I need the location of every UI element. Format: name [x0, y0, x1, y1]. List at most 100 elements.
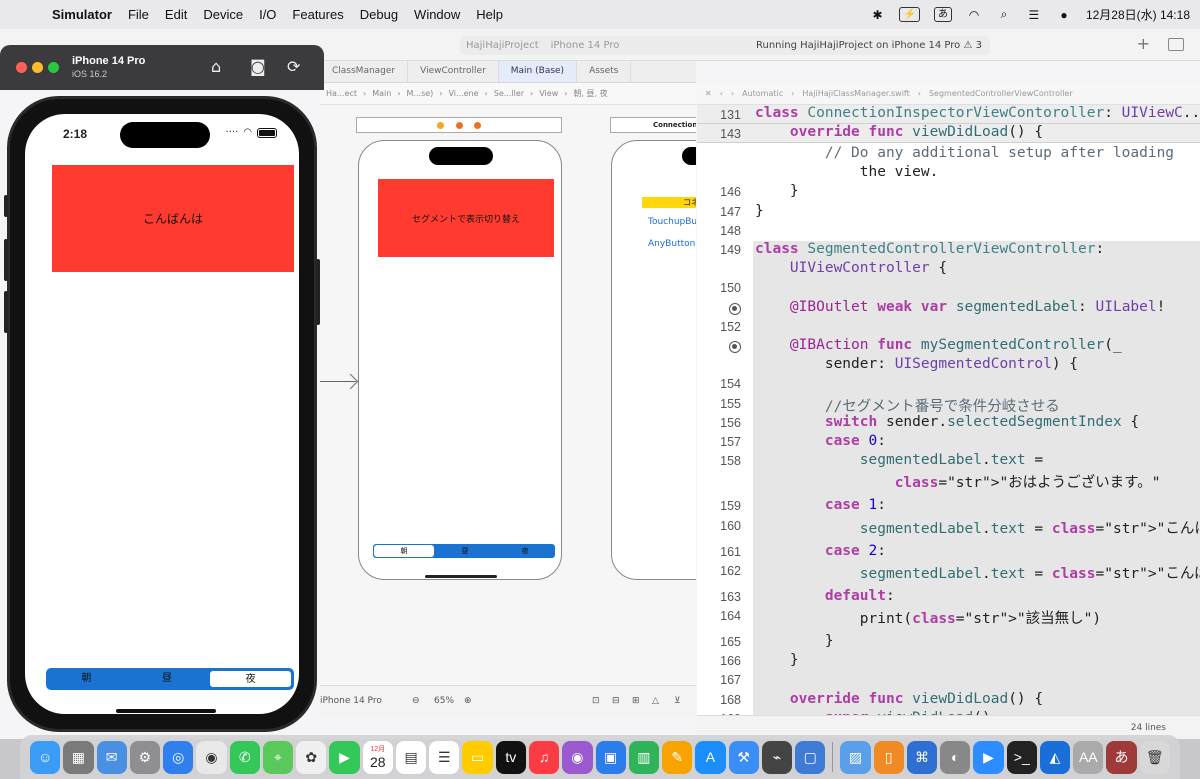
- tab-assets[interactable]: Assets: [577, 61, 632, 82]
- storyboard-segmented-control[interactable]: 朝 昼 夜: [373, 544, 555, 558]
- inspector-toggle-icon[interactable]: [1168, 38, 1184, 51]
- code-line[interactable]: class="str">"おはようございます。": [755, 471, 1161, 492]
- code-line[interactable]: the view.: [755, 164, 939, 180]
- tab-class-manager[interactable]: ClassManager: [320, 61, 409, 82]
- code-line[interactable]: sender: UISegmentedControl) {: [755, 356, 1078, 372]
- dock-facetime-icon[interactable]: ▶: [329, 740, 360, 774]
- menu-file[interactable]: File: [120, 7, 157, 22]
- code-line[interactable]: }: [755, 633, 834, 649]
- zoom-out-icon[interactable]: ⊖: [412, 696, 420, 706]
- segment-noon[interactable]: 昼: [127, 668, 208, 690]
- dock-keynote-icon[interactable]: ▣: [595, 740, 626, 774]
- wifi-icon[interactable]: ◠: [966, 7, 982, 23]
- dock-numbers-icon[interactable]: ▥: [628, 740, 660, 774]
- dock-photos-icon[interactable]: ✿: [296, 740, 327, 774]
- segment-morning[interactable]: 朝: [46, 668, 127, 690]
- align-icon[interactable]: ⊟: [612, 696, 620, 706]
- dock-terminal-icon[interactable]: >_: [1006, 740, 1037, 774]
- menubar-clock[interactable]: 12月28日(水) 14:18: [1086, 6, 1190, 23]
- dock-dictionary-icon[interactable]: あ: [1106, 740, 1137, 774]
- code-line[interactable]: @IBOutlet weak var segmentedLabel: UILab…: [755, 299, 1165, 315]
- connection-indicator-icon[interactable]: [697, 339, 741, 354]
- dock-instruments-icon[interactable]: ⌁: [761, 740, 793, 774]
- home-icon[interactable]: ⌂: [211, 57, 221, 76]
- segmented-control[interactable]: 朝 昼 夜: [46, 668, 294, 690]
- dock-safari-icon[interactable]: ◎: [163, 740, 194, 774]
- storyboard-scene-segmented[interactable]: セグメントで表示切り替え 朝 昼 夜: [358, 140, 562, 580]
- code-line[interactable]: }: [755, 652, 799, 668]
- code-line[interactable]: print(class="str">"該当無し"): [755, 607, 1101, 628]
- menu-features[interactable]: Features: [284, 7, 351, 22]
- segment-night[interactable]: 夜: [495, 544, 555, 558]
- menu-edit[interactable]: Edit: [157, 7, 195, 22]
- editor-path-automatic[interactable]: Automatic: [742, 89, 783, 98]
- zoom-window-button[interactable]: [48, 62, 59, 73]
- menu-help[interactable]: Help: [468, 7, 511, 22]
- dock-books-icon[interactable]: ▯: [873, 740, 904, 774]
- tab-main-storyboard[interactable]: Main (Base): [498, 61, 578, 82]
- view-controller-icon[interactable]: [436, 122, 444, 129]
- code-line[interactable]: segmentedLabel.text =: [755, 452, 1043, 468]
- rotate-icon[interactable]: ⟳: [287, 57, 300, 76]
- connection-indicator-icon[interactable]: [697, 301, 741, 316]
- jump-item[interactable]: M...se): [407, 89, 434, 98]
- spotlight-search-icon[interactable]: ⌕: [996, 7, 1012, 23]
- editor-path-file[interactable]: HajiHajiClassManager.swift: [802, 89, 909, 98]
- simulator-titlebar[interactable]: iPhone 14 Pro iOS 16.2 ⌂ ◙ ⟳: [0, 45, 324, 90]
- code-line[interactable]: }: [755, 203, 764, 219]
- dock-apple-tv-icon[interactable]: tv: [495, 740, 526, 774]
- scene-title-connection[interactable]: Connection In: [610, 117, 696, 133]
- dock-trash-icon[interactable]: 🗑: [1139, 740, 1170, 774]
- embed-in-icon[interactable]: ⊻: [674, 696, 681, 706]
- jump-item[interactable]: Ha...ect: [326, 89, 357, 98]
- dock-finder-icon[interactable]: ☺: [30, 740, 61, 774]
- sticky-scope-header[interactable]: 143 override func viewDidLoad() {: [697, 124, 1200, 143]
- update-frames-icon[interactable]: ⊡: [592, 696, 600, 706]
- code-line[interactable]: @IBAction func mySegmentedController(_: [755, 337, 1122, 353]
- dock-calendar-icon[interactable]: 12月 28: [362, 740, 393, 774]
- canvas-device-selector[interactable]: iPhone 14 Pro: [320, 696, 382, 706]
- dock-reminders-icon[interactable]: ☰: [429, 740, 460, 774]
- exit-icon[interactable]: [474, 122, 482, 129]
- dock-notes-icon[interactable]: ▤: [395, 740, 427, 774]
- dock-vs-code-icon[interactable]: ⌘: [906, 740, 938, 774]
- control-center-icon[interactable]: ☰: [1026, 7, 1042, 23]
- scene-dock[interactable]: [356, 117, 562, 133]
- storyboard-canvas[interactable]: セグメントで表示切り替え 朝 昼 夜 Connection In コネ Touc…: [320, 105, 696, 685]
- volume-down-button[interactable]: [4, 291, 8, 333]
- dock-affinity-icon[interactable]: ◭: [1039, 740, 1071, 774]
- dock-preview-icon[interactable]: ▨: [840, 740, 871, 774]
- dock-system-settings-icon[interactable]: ⚙: [129, 740, 161, 774]
- sticky-scope-header[interactable]: 131 class ConnectionInspectorViewContorol…: [697, 105, 1200, 124]
- dock-notes-icon[interactable]: ▭: [462, 740, 493, 774]
- code-line[interactable]: // Do any additional setup after loading: [755, 145, 1174, 161]
- code-line[interactable]: segmentedLabel.text = class="str">"こんばんは…: [755, 562, 1200, 583]
- jump-item[interactable]: Main: [372, 89, 391, 98]
- first-responder-icon[interactable]: [455, 122, 463, 129]
- menu-app-name[interactable]: Simulator: [44, 7, 120, 22]
- code-editor[interactable]: // Do any additional setup after loading…: [697, 105, 1200, 715]
- close-icon[interactable]: ✕: [705, 89, 712, 98]
- simulator-screen[interactable]: 2:18 ···· ◠ こんばんは 朝 昼 夜: [25, 114, 299, 714]
- dock-xcode-icon[interactable]: ⚒: [728, 740, 759, 774]
- forward-icon[interactable]: ›: [731, 89, 734, 98]
- code-line[interactable]: //セグメント番号で条件分岐させる: [755, 395, 1060, 416]
- code-line[interactable]: class SegmentedControllerViewController:: [755, 241, 1104, 257]
- storyboard-scene-connection[interactable]: コネ TouchupButt AnyButton: [611, 140, 696, 580]
- zoom-level[interactable]: 65%: [434, 696, 454, 706]
- volume-up-button[interactable]: [4, 239, 8, 281]
- code-line[interactable]: override func viewDidLoad() {: [755, 691, 1043, 707]
- dock-font-book-icon[interactable]: AA: [1073, 740, 1104, 774]
- segment-morning[interactable]: 朝: [374, 545, 434, 557]
- connection-label[interactable]: コネ: [642, 197, 696, 208]
- menu-device[interactable]: Device: [195, 7, 251, 22]
- code-line[interactable]: default:: [755, 588, 895, 604]
- add-constraints-icon[interactable]: ⊞: [632, 696, 640, 706]
- battery-icon[interactable]: ⚡: [899, 7, 920, 22]
- code-line[interactable]: switch sender.selectedSegmentIndex {: [755, 414, 1139, 430]
- code-line[interactable]: segmentedLabel.text = class="str">"こんにちは…: [755, 517, 1200, 538]
- segment-noon[interactable]: 昼: [435, 544, 495, 558]
- dock-maps-icon[interactable]: ⌖: [262, 740, 294, 774]
- minimize-window-button[interactable]: [32, 62, 43, 73]
- code-line[interactable]: case 0:: [755, 433, 886, 449]
